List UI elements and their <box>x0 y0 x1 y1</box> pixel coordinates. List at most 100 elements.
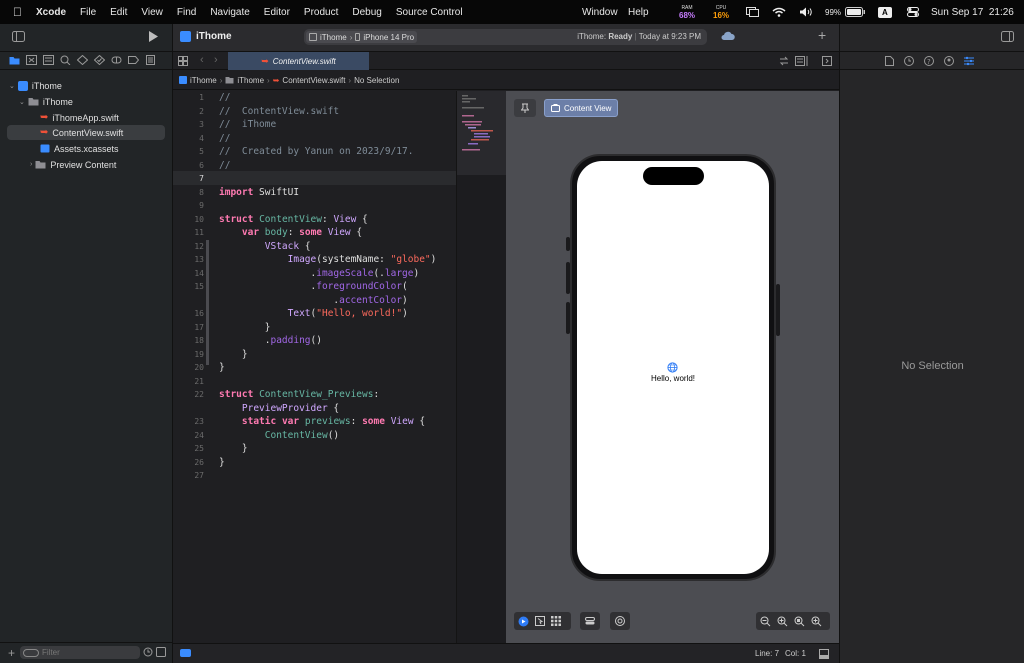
line-number[interactable]: 26 <box>173 456 204 470</box>
line-number[interactable]: 24 <box>173 429 204 443</box>
line-number[interactable] <box>173 294 204 308</box>
code-line[interactable]: import SwiftUI <box>219 186 299 200</box>
source-control-icon[interactable] <box>26 55 37 65</box>
jump-bar-symbol[interactable]: No Selection <box>354 76 399 85</box>
report-navigator-icon[interactable] <box>145 55 156 65</box>
jump-bar-group[interactable]: iThome <box>237 76 264 85</box>
filter-field[interactable]: Filter <box>20 646 140 659</box>
line-number[interactable]: 23 <box>173 415 204 429</box>
line-number[interactable]: 8 <box>173 186 204 200</box>
debug-area-toggle-icon[interactable] <box>180 649 191 657</box>
control-center-icon[interactable] <box>907 0 919 24</box>
source-control-filter-icon[interactable] <box>156 647 166 657</box>
line-number[interactable]: 13 <box>173 253 204 267</box>
code-line[interactable]: // Created by Yanun on 2023/9/17. <box>219 145 413 159</box>
symbol-navigator-icon[interactable] <box>43 55 54 65</box>
zoom-in-icon[interactable] <box>811 616 822 627</box>
chevron-down-icon[interactable]: ⌄ <box>9 82 15 90</box>
menu-find[interactable]: Find <box>177 7 196 18</box>
identity-inspector-icon[interactable] <box>944 55 954 66</box>
tree-item-project[interactable]: ⌄ iThome <box>9 78 62 93</box>
debug-navigator-icon[interactable] <box>111 55 122 65</box>
source-editor[interactable]: 1 // 2 // ContentView.swift 3 // iThome 4 // 5 //… <box>173 91 456 643</box>
project-navigator-icon[interactable] <box>9 55 20 65</box>
preview-selector[interactable]: Content View <box>544 99 619 117</box>
line-number[interactable]: 15 <box>173 280 204 294</box>
wifi-icon[interactable] <box>772 0 786 24</box>
input-source[interactable]: A <box>878 0 892 24</box>
split-editor-icon[interactable] <box>822 56 832 66</box>
hide-debug-area-icon[interactable] <box>819 649 829 659</box>
code-line[interactable]: } <box>219 321 271 335</box>
line-number[interactable]: 25 <box>173 442 204 456</box>
test-navigator-icon[interactable] <box>94 55 105 65</box>
run-button[interactable] <box>148 30 159 43</box>
line-number[interactable]: 11 <box>173 226 204 240</box>
line-number[interactable]: 1 <box>173 91 204 105</box>
code-line[interactable]: // <box>219 91 230 105</box>
menu-source-control[interactable]: Source Control <box>396 7 463 18</box>
jump-bar-project[interactable]: iThome <box>190 76 217 85</box>
quick-help-icon[interactable]: ? <box>924 55 934 66</box>
related-items-icon[interactable] <box>178 56 188 66</box>
line-number[interactable]: 27 <box>173 469 204 483</box>
zoom-fit-icon[interactable] <box>794 616 805 627</box>
code-line[interactable]: .padding() <box>219 334 322 348</box>
apple-menu-icon[interactable]:  <box>13 5 22 19</box>
line-number[interactable]: 10 <box>173 213 204 227</box>
issue-navigator-icon[interactable] <box>77 55 88 65</box>
menu-help[interactable]: Help <box>628 0 649 24</box>
find-navigator-icon[interactable] <box>60 55 71 65</box>
preview-canvas[interactable]: Content View Hello, world! <box>506 91 839 643</box>
code-review-icon[interactable] <box>779 56 789 66</box>
code-line[interactable]: // iThome <box>219 118 276 132</box>
menu-app[interactable]: Xcode <box>36 7 66 18</box>
menu-file[interactable]: File <box>80 7 96 18</box>
volume-icon[interactable] <box>799 0 813 24</box>
menu-window[interactable]: Window <box>582 0 618 24</box>
line-number[interactable] <box>173 402 204 416</box>
code-line[interactable]: .imageScale(.large) <box>219 267 420 281</box>
clock[interactable]: Sun Sep 17 21:26 <box>931 0 1014 24</box>
code-line[interactable]: } <box>219 456 225 470</box>
cloud-icon[interactable] <box>721 31 735 41</box>
line-number[interactable]: 14 <box>173 267 204 281</box>
code-line[interactable]: Text("Hello, world!") <box>219 307 408 321</box>
screen-mirror-icon[interactable] <box>746 0 759 24</box>
selectable-mode-icon[interactable] <box>535 616 545 626</box>
attributes-inspector-icon[interactable] <box>964 56 974 66</box>
device-orientation-button[interactable] <box>610 612 630 630</box>
line-number[interactable]: 6 <box>173 159 204 173</box>
line-number[interactable]: 5 <box>173 145 204 159</box>
code-line[interactable]: struct ContentView_Previews: <box>219 388 379 402</box>
code-line[interactable]: ContentView() <box>219 429 339 443</box>
line-number[interactable]: 17 <box>173 321 204 335</box>
line-number[interactable]: 20 <box>173 361 204 375</box>
menu-editor[interactable]: Editor <box>264 7 290 18</box>
chevron-down-icon[interactable]: ⌄ <box>19 98 25 106</box>
line-number[interactable]: 9 <box>173 199 204 213</box>
file-inspector-icon[interactable] <box>885 55 894 66</box>
menu-product[interactable]: Product <box>304 7 338 18</box>
menu-navigate[interactable]: Navigate <box>210 7 249 18</box>
ram-meter[interactable]: RAM 68% <box>679 0 695 24</box>
line-number[interactable]: 18 <box>173 334 204 348</box>
tree-item-file[interactable]: ➥ iThomeApp.swift <box>40 110 119 125</box>
menu-edit[interactable]: Edit <box>110 7 127 18</box>
line-number[interactable]: 3 <box>173 118 204 132</box>
code-line[interactable]: } <box>219 361 225 375</box>
tree-item-assets[interactable]: Assets.xcassets <box>40 141 119 156</box>
jump-bar-file[interactable]: ContentView.swift <box>282 76 345 85</box>
code-line[interactable]: var body: some View { <box>219 226 362 240</box>
tree-item-file-selected[interactable]: ➥ ContentView.swift <box>7 125 165 140</box>
code-line[interactable]: PreviewProvider { <box>219 402 339 416</box>
history-inspector-icon[interactable] <box>904 55 914 66</box>
line-number[interactable]: 21 <box>173 375 204 389</box>
recent-files-icon[interactable] <box>143 647 153 657</box>
code-line[interactable]: .accentColor) <box>219 294 407 308</box>
back-icon[interactable]: ‹ <box>200 54 204 66</box>
tree-item-preview-content[interactable]: › Preview Content <box>30 157 116 172</box>
line-number[interactable]: 19 <box>173 348 204 362</box>
tree-item-group[interactable]: ⌄ iThome <box>19 94 73 109</box>
code-line[interactable]: .foregroundColor( <box>219 280 408 294</box>
